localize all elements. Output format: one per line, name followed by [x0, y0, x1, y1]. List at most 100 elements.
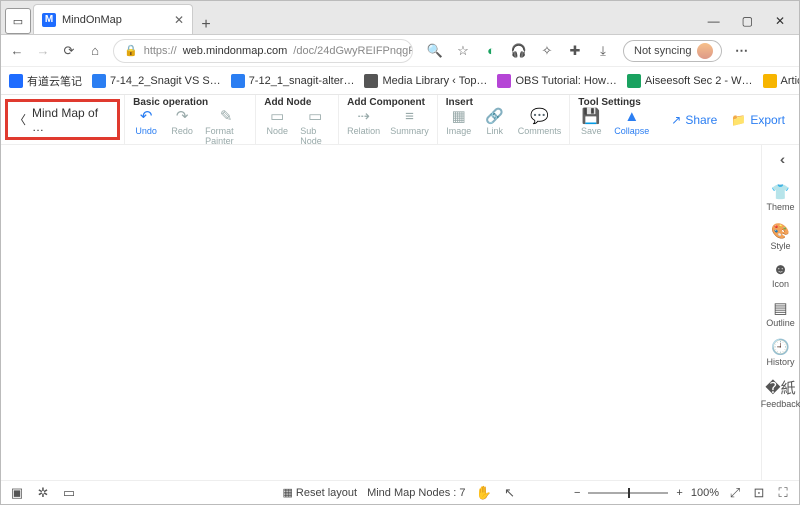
nav-forward-button: → — [35, 43, 51, 59]
toolbar-button-label: Comments — [518, 126, 562, 136]
rail-theme-button[interactable]: 👕Theme — [766, 183, 794, 212]
feedback-icon: �紙 — [765, 377, 795, 398]
favorite-icon[interactable]: ☆ — [455, 43, 471, 59]
toolbar-comments-button[interactable]: 💬Comments — [518, 109, 562, 136]
toolbar-button-label: Summary — [390, 126, 429, 136]
status-view-icon-1[interactable]: ▣ — [9, 485, 25, 501]
toolbar-relation-button[interactable]: ⇢Relation — [347, 109, 380, 136]
new-tab-button[interactable]: + — [193, 16, 219, 34]
extensions-icon[interactable]: ✧ — [539, 43, 555, 59]
outline-icon: ▤ — [773, 299, 787, 317]
toolbar-link-button[interactable]: 🔗Link — [482, 109, 508, 136]
extension-icon-1[interactable]: ◐ — [483, 43, 499, 59]
zoom-slider[interactable] — [588, 492, 668, 494]
downloads-icon[interactable]: ⤓ — [595, 43, 611, 59]
zoom-value: 100% — [691, 487, 719, 499]
lock-icon: 🔒 — [124, 44, 138, 57]
back-chevron-icon: 〈 — [14, 111, 26, 128]
profile-sync-pill[interactable]: Not syncing — [623, 40, 722, 62]
center-icon[interactable]: ⊡ — [751, 485, 767, 501]
rail-history-button[interactable]: 🕘History — [766, 338, 794, 367]
share-export-area: ↗Share 📁Export — [657, 95, 799, 144]
toolbar-button-label: Undo — [135, 126, 157, 136]
close-window-button[interactable]: ✕ — [775, 14, 785, 28]
tab-favicon: M — [42, 13, 56, 27]
group-title: Add Node — [264, 97, 330, 108]
export-button[interactable]: 📁Export — [731, 113, 785, 127]
fit-icon[interactable]: ⤢ — [727, 485, 743, 501]
toolbar-button-label: Link — [486, 126, 503, 136]
bookmark-item[interactable]: OBS Tutorial: How… — [497, 74, 616, 88]
toolbar-redo-button[interactable]: ↷Redo — [169, 109, 195, 146]
group-add-node: Add Node▭Node ▭Sub Node — [255, 95, 338, 144]
bookmark-item[interactable]: 有道云笔记 — [9, 73, 82, 89]
rail-label: Style — [770, 241, 790, 251]
bookmark-favicon — [231, 74, 245, 88]
comments-icon: 💬 — [530, 109, 549, 125]
rail-collapse-button[interactable]: ‹‹ — [780, 151, 781, 167]
toolbar-format-painter-button[interactable]: ✎Format Painter — [205, 109, 247, 146]
bookmark-label: Article-Drafts - Goo… — [781, 75, 799, 87]
node-count: Mind Map Nodes : 7 — [367, 487, 465, 499]
zoom-out-button[interactable]: − — [574, 487, 580, 499]
toolbar-save-button[interactable]: 💾Save — [578, 109, 604, 136]
bookmark-item[interactable]: Article-Drafts - Goo… — [763, 74, 799, 88]
nav-refresh-button[interactable]: ⟳ — [61, 43, 77, 59]
canvas-area[interactable] — [1, 145, 761, 480]
toolbar-button-label: Format Painter — [205, 126, 247, 146]
share-button[interactable]: ↗Share — [671, 113, 717, 127]
profile-avatar — [697, 43, 713, 59]
toolbar-node-button[interactable]: ▭Node — [264, 109, 290, 146]
reset-layout-button[interactable]: ▦ Reset layout — [282, 486, 357, 499]
toolbar-summary-button[interactable]: ≡Summary — [390, 109, 429, 136]
toolbar-undo-button[interactable]: ↶Undo — [133, 109, 159, 146]
url-path: /doc/24dGwyREIFPnqgF5LBSz… — [293, 45, 413, 57]
rail-label: Outline — [766, 318, 795, 328]
collections-icon[interactable]: ✚ — [567, 43, 583, 59]
maximize-button[interactable]: ▢ — [742, 14, 753, 28]
nav-home-button[interactable]: ⌂ — [87, 43, 103, 59]
bookmarks-bar: 有道云笔记 7-14_2_Snagit VS S… 7-12_1_snagit-al… — [1, 67, 799, 95]
bookmark-item[interactable]: 7-14_2_Snagit VS S… — [92, 74, 221, 88]
status-view-icon-2[interactable]: ✲ — [35, 485, 51, 501]
status-view-icon-3[interactable]: ▭ — [61, 485, 77, 501]
toolbar-collapse-button[interactable]: ▲Collapse — [614, 109, 649, 136]
redo-icon: ↷ — [176, 109, 189, 125]
tab-title: MindOnMap — [62, 14, 122, 26]
bookmark-item[interactable]: 7-12_1_snagit-alter… — [231, 74, 355, 88]
toolbar-image-button[interactable]: ▦Image — [446, 109, 472, 136]
fullscreen-icon[interactable]: ⛶ — [775, 485, 791, 501]
minimize-button[interactable]: — — [708, 14, 720, 28]
address-bar: ← → ⟳ ⌂ 🔒 https://web.mindonmap.com/doc/… — [1, 35, 799, 67]
bookmark-favicon — [497, 74, 511, 88]
url-host: web.mindonmap.com — [183, 45, 288, 57]
zoom-icon[interactable]: 🔍 — [427, 43, 443, 59]
node-icon: ▭ — [270, 109, 284, 125]
nav-back-button[interactable]: ← — [9, 43, 25, 59]
bookmark-item[interactable]: Aiseesoft Sec 2 - W… — [627, 74, 753, 88]
rail-label: History — [766, 357, 794, 367]
menu-button[interactable]: ⋯ — [734, 43, 750, 59]
group-title: Basic operation — [133, 97, 247, 108]
hand-tool-icon[interactable]: ✋ — [476, 485, 492, 501]
bookmark-favicon — [92, 74, 106, 88]
rail-icon-button[interactable]: ☻Icon — [772, 261, 789, 289]
tab-close-icon[interactable]: ✕ — [174, 13, 184, 27]
bookmark-favicon — [364, 74, 378, 88]
toolbar-button-label: Relation — [347, 126, 380, 136]
toolbar-sub-node-button[interactable]: ▭Sub Node — [300, 109, 330, 146]
extension-icon-2[interactable]: 🎧 — [511, 43, 527, 59]
back-title-panel[interactable]: 〈 Mind Map of … — [5, 99, 120, 140]
rail-feedback-button[interactable]: �紙Feedback — [761, 377, 800, 409]
bookmark-favicon — [9, 74, 23, 88]
url-field[interactable]: 🔒 https://web.mindonmap.com/doc/24dGwyRE… — [113, 39, 413, 63]
browser-tab[interactable]: M MindOnMap ✕ — [33, 4, 193, 34]
zoom-in-button[interactable]: + — [676, 487, 682, 499]
tab-overview-button[interactable]: ▭ — [5, 8, 31, 34]
app-toolbar: 〈 Mind Map of … Basic operation↶Undo ↷Red… — [1, 95, 799, 145]
bookmark-item[interactable]: Media Library ‹ Top… — [364, 74, 487, 88]
summary-icon: ≡ — [405, 109, 414, 125]
rail-style-button[interactable]: 🎨Style — [770, 222, 790, 251]
pointer-tool-icon[interactable]: ↖ — [502, 485, 518, 501]
rail-outline-button[interactable]: ▤Outline — [766, 299, 795, 328]
